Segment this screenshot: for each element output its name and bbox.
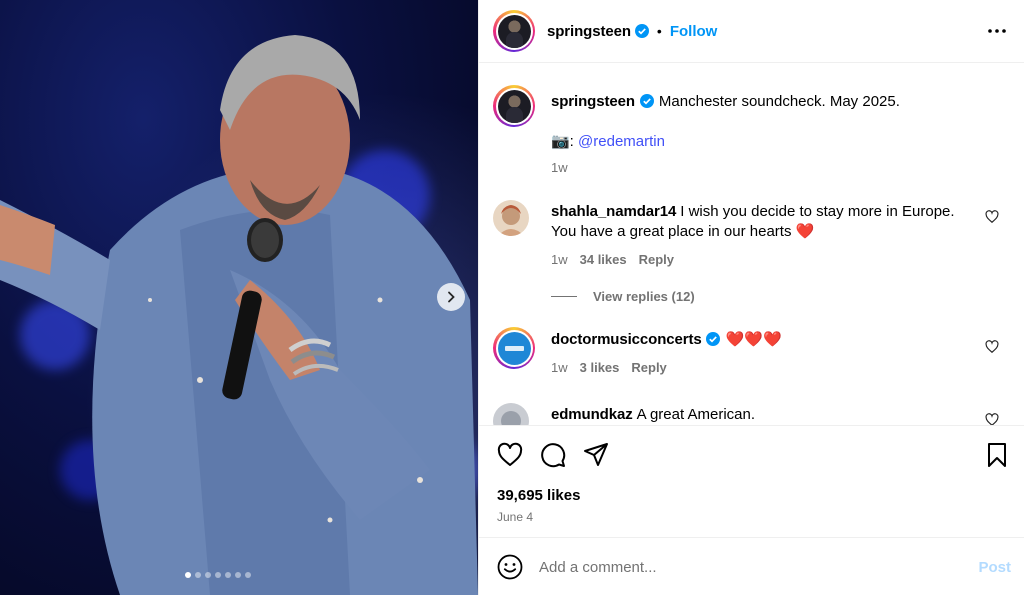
post-comment-button[interactable]: Post: [978, 559, 1011, 576]
like-heart-icon[interactable]: [497, 442, 523, 468]
comment-composer: Post: [479, 539, 1024, 595]
save-bookmark-icon[interactable]: [985, 442, 1011, 468]
like-comment-icon[interactable]: [985, 413, 999, 425]
verified-badge-icon: [634, 24, 649, 38]
comment-text: A great American.: [636, 406, 756, 423]
verified-badge-icon: [705, 332, 720, 346]
performer-illustration: [0, 35, 478, 595]
post-author-username[interactable]: springsteen: [547, 23, 631, 40]
caption-text: Manchester soundcheck. May 2025.: [658, 93, 900, 110]
post-side-panel: springsteen • Follow springsteen Manchest…: [478, 0, 1024, 595]
comment-age[interactable]: 1w: [551, 250, 568, 270]
view-replies-button[interactable]: View replies (12): [551, 289, 695, 304]
more-options-icon[interactable]: [987, 21, 1007, 41]
separator-dot: •: [656, 23, 662, 39]
comment-likes[interactable]: 3 likes: [580, 358, 620, 378]
replies-divider: [551, 296, 577, 297]
verified-badge-icon: [639, 94, 654, 108]
post-photo: [0, 0, 478, 595]
comment-bubble-icon[interactable]: [540, 442, 566, 468]
comment-username[interactable]: doctormusicconcerts: [551, 331, 702, 348]
comment-text: ❤️❤️❤️: [725, 331, 782, 348]
avatar[interactable]: [493, 85, 535, 127]
reply-button[interactable]: Reply: [631, 358, 666, 378]
comments-list[interactable]: springsteen Manchester soundcheck. May 20…: [479, 64, 1024, 425]
comment-username[interactable]: shahla_namdar14: [551, 203, 676, 220]
comment-likes[interactable]: 34 likes: [580, 250, 627, 270]
avatar[interactable]: [493, 10, 535, 52]
like-comment-icon[interactable]: [985, 210, 999, 224]
avatar[interactable]: [493, 327, 535, 369]
carousel-next-button[interactable]: [437, 283, 465, 311]
post-dialog: springsteen • Follow springsteen Manchest…: [0, 0, 1024, 595]
follow-button[interactable]: Follow: [670, 23, 718, 40]
avatar[interactable]: [493, 200, 529, 236]
avatar[interactable]: [493, 403, 529, 425]
reply-button[interactable]: Reply: [639, 250, 674, 270]
comment-username[interactable]: edmundkaz: [551, 406, 633, 423]
carousel-dot: [185, 572, 191, 578]
like-count[interactable]: 39,695 likes: [497, 487, 580, 504]
carousel-dot: [245, 572, 251, 578]
like-comment-icon[interactable]: [985, 340, 999, 354]
carousel-dot: [195, 572, 201, 578]
carousel-dot: [215, 572, 221, 578]
carousel-indicator: [185, 572, 251, 578]
carousel-dot: [225, 572, 231, 578]
caption-age[interactable]: 1w: [551, 158, 568, 178]
emoji-smiley-icon[interactable]: [497, 554, 523, 580]
carousel-dot: [235, 572, 241, 578]
post-date[interactable]: June 4: [497, 510, 533, 524]
comment-input[interactable]: [539, 558, 959, 576]
caption-username[interactable]: springsteen: [551, 93, 635, 110]
post-header: springsteen • Follow: [479, 0, 1024, 63]
chevron-right-icon: [448, 291, 455, 303]
carousel-dot: [205, 572, 211, 578]
heart-emoji: ❤️: [795, 223, 815, 240]
mention-link[interactable]: @redemartin: [578, 133, 665, 150]
view-replies-label: View replies (12): [593, 289, 695, 304]
comment-age[interactable]: 1w: [551, 358, 568, 378]
post-actions: 39,695 likes June 4: [479, 425, 1024, 538]
camera-emoji: 📷:: [551, 133, 574, 150]
share-paper-plane-icon[interactable]: [583, 442, 609, 468]
